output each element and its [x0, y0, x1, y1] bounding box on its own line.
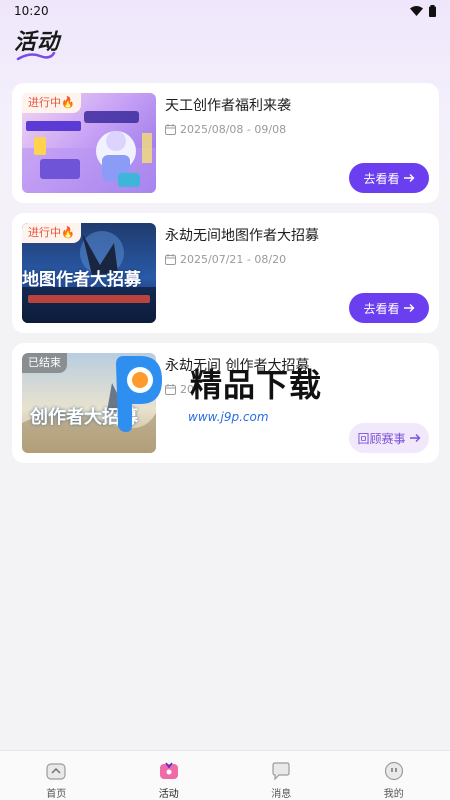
watermark-url: www.j9p.com: [188, 410, 269, 424]
status-badge: 进行中🔥: [22, 93, 81, 113]
calendar-icon: [165, 254, 176, 265]
card-title: 永劫无间地图作者大招募: [165, 228, 319, 244]
bottom-nav: 首页 活动 消息 我的: [0, 750, 450, 800]
home-icon: [46, 763, 66, 780]
arrow-right-icon: [409, 434, 420, 442]
message-icon: [272, 762, 290, 781]
date-range: 2025/08/08 - 09/08: [180, 123, 287, 136]
button-label: 去看看: [363, 171, 400, 186]
card-date: 2025/07/21 - 08/20: [165, 253, 286, 266]
status-bar: 10:20: [0, 0, 450, 22]
activity-icon: [159, 762, 178, 779]
banner-text: 地图作者大招募: [22, 270, 141, 290]
go-see-button[interactable]: 去看看: [349, 163, 429, 193]
nav-label: 活动: [158, 789, 179, 800]
activity-thumbnail[interactable]: 进行中🔥: [22, 93, 156, 193]
watermark-text: 精品下载: [190, 366, 323, 404]
nav-item-messages[interactable]: 消息: [241, 751, 321, 800]
watermark-overlay: 精品下载 www.j9p.com: [116, 350, 370, 440]
nav-item-home[interactable]: 首页: [16, 751, 96, 800]
status-icons: [410, 5, 436, 17]
nav-label: 我的: [383, 789, 404, 800]
arrow-right-icon: [403, 304, 414, 312]
calendar-icon: [165, 124, 176, 135]
nav-item-activity[interactable]: 活动: [129, 751, 209, 800]
nav-label: 消息: [271, 789, 292, 800]
title-underline-decoration: [16, 51, 56, 61]
status-badge: 已结束: [22, 353, 67, 373]
go-see-button[interactable]: 去看看: [349, 293, 429, 323]
date-range: 2025/07/21 - 08/20: [180, 253, 287, 266]
nav-label: 首页: [46, 789, 67, 800]
activity-card[interactable]: 进行中🔥 天工创作者福利来袭 2025/08/08 - 09/08 去看看: [12, 83, 439, 203]
activity-thumbnail[interactable]: 进行中🔥 地图作者大招募: [22, 223, 156, 323]
nav-item-profile[interactable]: 我的: [354, 751, 434, 800]
button-label: 去看看: [363, 301, 400, 316]
status-time: 10:20: [14, 4, 49, 18]
wifi-icon: [410, 6, 423, 16]
activity-card[interactable]: 进行中🔥 地图作者大招募 永劫无间地图作者大招募 2025/07/21 - 08…: [12, 213, 439, 333]
arrow-right-icon: [403, 174, 414, 182]
card-title: 天工创作者福利来袭: [165, 98, 291, 114]
watermark-logo-icon: [116, 356, 162, 432]
profile-icon: [384, 761, 403, 781]
battery-icon: [429, 5, 436, 17]
card-date: 2025/08/08 - 09/08: [165, 123, 286, 136]
status-badge: 进行中🔥: [22, 223, 81, 243]
